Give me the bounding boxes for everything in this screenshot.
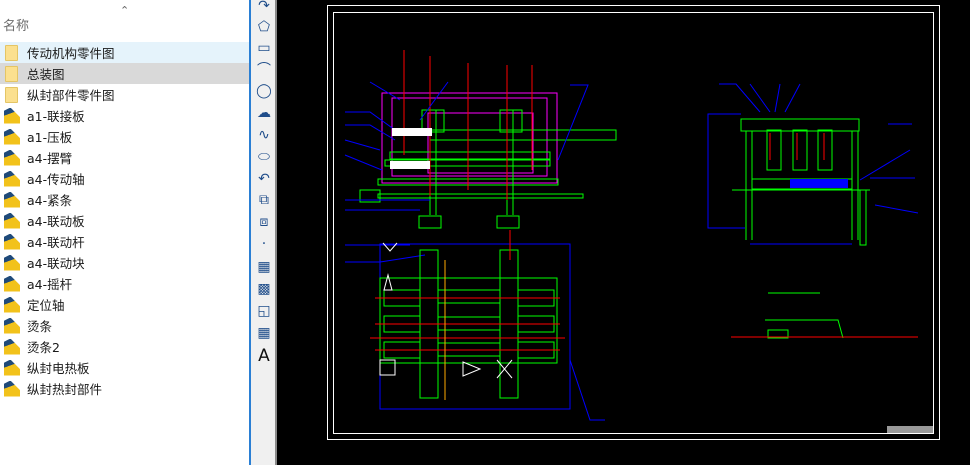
file-list-pane: ⌃ 名称 传动机构零件图 总装图纵封部件零件图 a1-联接板 a1-压板 a4-摆臂 a4… (0, 0, 249, 465)
file-name: a4-联动杆 (27, 235, 85, 250)
file-list-item[interactable]: 传动机构零件图 (0, 42, 249, 63)
file-list-item[interactable]: 纵封热封部件 (0, 378, 249, 399)
file-list-item[interactable]: a4-联动块 (0, 252, 249, 273)
draw-toolbar: ↷ ⬠ ▭ ⌒ ◯ ☁ ∿ ⬭ ↶ ⧉ ⧈ · ▦ ▩ ◱ ▦ A (249, 0, 277, 465)
sort-ascending-icon[interactable]: ⌃ (120, 4, 129, 17)
folder-icon (5, 65, 18, 82)
revision-cloud-icon[interactable]: ☁ (254, 103, 274, 123)
file-name: a4-联动块 (27, 256, 85, 271)
file-list-item[interactable]: a4-摇杆 (0, 273, 249, 294)
file-list-item[interactable]: a4-摆臂 (0, 147, 249, 168)
file-list-item[interactable]: a4-联动杆 (0, 231, 249, 252)
make-block-icon[interactable]: ⧈ (254, 212, 274, 232)
rectangle-icon[interactable]: ▭ (254, 38, 274, 58)
circle-icon[interactable]: ◯ (254, 81, 274, 101)
spline-icon[interactable]: ∿ (254, 125, 274, 145)
dwg-file-icon (4, 359, 20, 376)
file-list-item[interactable]: 纵封电热板 (0, 357, 249, 378)
file-name: 传动机构零件图 (27, 46, 115, 61)
file-name: 纵封热封部件 (27, 382, 103, 397)
dwg-file-icon (4, 275, 20, 292)
assembly-drawing (327, 5, 940, 440)
file-name: 烫条 (27, 319, 53, 334)
file-list-item[interactable]: a4-传动轴 (0, 168, 249, 189)
file-name: a4-联动板 (27, 214, 85, 229)
ellipse-arc-icon[interactable]: ↶ (254, 169, 274, 189)
ellipse-icon[interactable]: ⬭ (254, 147, 274, 167)
file-list-item[interactable]: a1-联接板 (0, 105, 249, 126)
file-list-item[interactable]: 定位轴 (0, 294, 249, 315)
dwg-file-icon (4, 317, 20, 334)
file-name: 纵封电热板 (27, 361, 90, 376)
file-list-item[interactable]: 总装图 (0, 63, 249, 84)
dwg-file-icon (4, 212, 20, 229)
hatch-icon[interactable]: ▦ (254, 257, 274, 277)
arc-icon[interactable]: ⌒ (254, 59, 274, 79)
folder-icon (5, 86, 18, 103)
dwg-file-icon (4, 254, 20, 271)
file-list-item[interactable]: 纵封部件零件图 (0, 84, 249, 105)
cad-drawing-canvas[interactable] (277, 0, 970, 465)
side-view (707, 83, 919, 339)
file-list-item[interactable]: 烫条2 (0, 336, 249, 357)
dwg-file-icon (4, 191, 20, 208)
polyline-icon[interactable]: ↷ (254, 0, 274, 16)
dwg-file-icon (4, 338, 20, 355)
dwg-file-icon (4, 128, 20, 145)
polygon-icon[interactable]: ⬠ (254, 17, 274, 37)
dwg-file-icon (4, 296, 20, 313)
file-name: 纵封部件零件图 (27, 88, 115, 103)
point-icon[interactable]: · (254, 234, 274, 254)
multiline-text-icon[interactable]: A (254, 346, 274, 366)
file-name: a1-联接板 (27, 109, 85, 124)
file-name: a4-紧条 (27, 193, 73, 208)
file-name: a4-摆臂 (27, 151, 73, 166)
dwg-file-icon (4, 170, 20, 187)
folder-icon (5, 44, 18, 61)
file-list-item[interactable]: 烫条 (0, 315, 249, 336)
top-view (345, 230, 605, 421)
dwg-file-icon (4, 380, 20, 397)
table-icon[interactable]: ▦ (254, 323, 274, 343)
file-name: a4-摇杆 (27, 277, 73, 292)
file-list-item[interactable]: a4-紧条 (0, 189, 249, 210)
dwg-file-icon (4, 233, 20, 250)
file-name: 定位轴 (27, 298, 65, 313)
file-name: a1-压板 (27, 130, 73, 145)
file-list-item[interactable]: a4-联动板 (0, 210, 249, 231)
dwg-file-icon (4, 149, 20, 166)
column-header-name[interactable]: 名称 (3, 15, 29, 34)
file-list-item[interactable]: a1-压板 (0, 126, 249, 147)
file-name: 烫条2 (27, 340, 60, 355)
dwg-file-icon (4, 107, 20, 124)
gradient-icon[interactable]: ▩ (254, 279, 274, 299)
region-icon[interactable]: ◱ (254, 301, 274, 321)
insert-block-icon[interactable]: ⧉ (254, 190, 274, 210)
file-name: a4-传动轴 (27, 172, 85, 187)
file-name: 总装图 (27, 67, 65, 82)
front-view (344, 50, 617, 229)
